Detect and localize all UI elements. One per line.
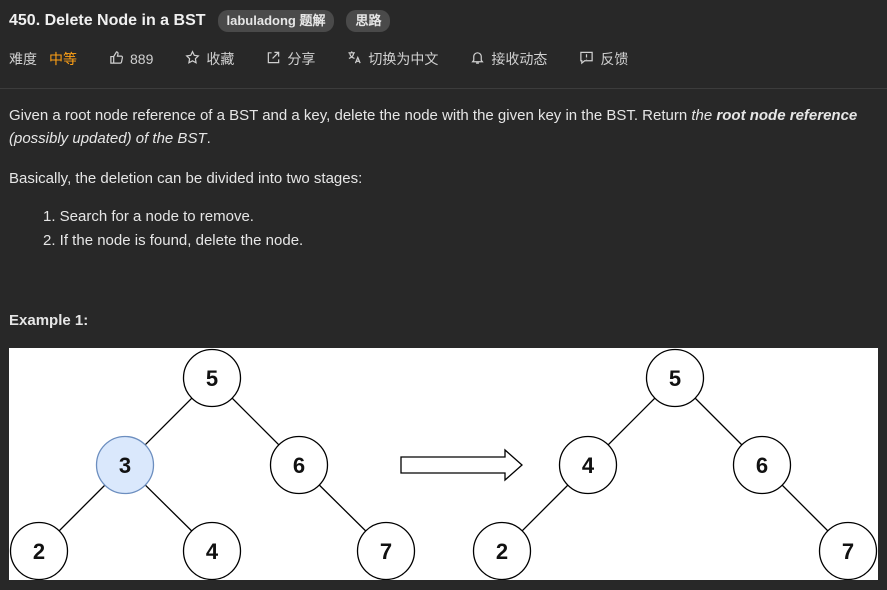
node-3-before-highlighted: 3	[95, 435, 155, 495]
description-text: Given a root node reference of a BST and…	[9, 107, 692, 124]
problem-header: 450. Delete Node in a BST labuladong 题解 …	[9, 9, 391, 33]
thumbs-up-icon	[109, 50, 124, 68]
divider	[0, 88, 887, 89]
node-4-before: 4	[182, 521, 242, 580]
problem-description: Given a root node reference of a BST and…	[9, 104, 869, 253]
translate-label: 切换为中文	[368, 51, 439, 67]
favorite-label: 收藏	[206, 51, 235, 67]
node-4-after: 4	[558, 435, 618, 495]
tag-labuladong-solution[interactable]: labuladong 题解	[217, 10, 335, 32]
emphasis-text: the	[691, 107, 717, 124]
star-icon	[185, 50, 200, 68]
steps-list: 1. Search for a node to remove. 2. If th…	[43, 205, 869, 253]
share-label: 分享	[287, 51, 316, 67]
svg-text:2: 2	[496, 539, 508, 564]
node-6-before: 6	[269, 435, 329, 495]
example-figure: 5 3 6 2 4 7 5 4 6 2 7	[9, 348, 878, 580]
svg-text:7: 7	[842, 539, 854, 564]
step-item: 1. Search for a node to remove.	[43, 208, 254, 225]
difficulty-label: 难度	[9, 51, 37, 67]
problem-title: 450. Delete Node in a BST	[9, 12, 206, 29]
favorite-button[interactable]: 收藏	[185, 49, 234, 69]
subscribe-label: 接收动态	[491, 51, 548, 67]
translate-icon	[347, 50, 362, 68]
svg-text:5: 5	[669, 366, 681, 391]
translate-button[interactable]: 切换为中文	[347, 49, 438, 69]
example-title: Example 1:	[9, 312, 89, 329]
svg-text:6: 6	[756, 453, 768, 478]
meta-toolbar: 难度 中等 889 收藏 分享 切换为中文 接收动态 反馈	[9, 48, 660, 70]
feedback-icon	[579, 50, 594, 68]
node-2-before: 2	[9, 521, 69, 580]
difficulty-value: 中等	[49, 51, 77, 67]
stages-intro: Basically, the deletion can be divided i…	[9, 170, 363, 187]
node-7-after: 7	[818, 521, 878, 580]
node-2-after: 2	[472, 521, 532, 580]
description-paragraph: Given a root node reference of a BST and…	[9, 104, 869, 150]
share-button[interactable]: 分享	[266, 49, 315, 69]
like-count: 889	[130, 51, 154, 67]
tag-approach[interactable]: 思路	[346, 10, 391, 32]
svg-text:3: 3	[119, 453, 131, 478]
like-button[interactable]: 889	[109, 50, 153, 68]
bell-icon	[470, 50, 485, 68]
node-6-after: 6	[732, 435, 792, 495]
svg-text:2: 2	[33, 539, 45, 564]
subscribe-button[interactable]: 接收动态	[470, 49, 547, 69]
step-item: 2. If the node is found, delete the node…	[43, 232, 304, 249]
node-5-before: 5	[182, 348, 242, 408]
feedback-button[interactable]: 反馈	[579, 49, 628, 69]
bst-diagram: 5 3 6 2 4 7 5 4 6 2 7	[9, 348, 878, 580]
arrow-right-icon	[400, 448, 523, 482]
svg-text:4: 4	[206, 539, 219, 564]
svg-text:4: 4	[582, 453, 595, 478]
svg-text:7: 7	[380, 539, 392, 564]
feedback-label: 反馈	[600, 51, 629, 67]
emphasis-strong-text: root node reference	[716, 107, 858, 124]
emphasis-text: (possibly updated) of the BST	[9, 130, 207, 147]
svg-text:5: 5	[206, 366, 218, 391]
share-icon	[266, 50, 281, 68]
node-7-before: 7	[356, 521, 416, 580]
description-text: .	[206, 130, 211, 147]
node-5-after: 5	[645, 348, 705, 408]
svg-text:6: 6	[293, 453, 305, 478]
